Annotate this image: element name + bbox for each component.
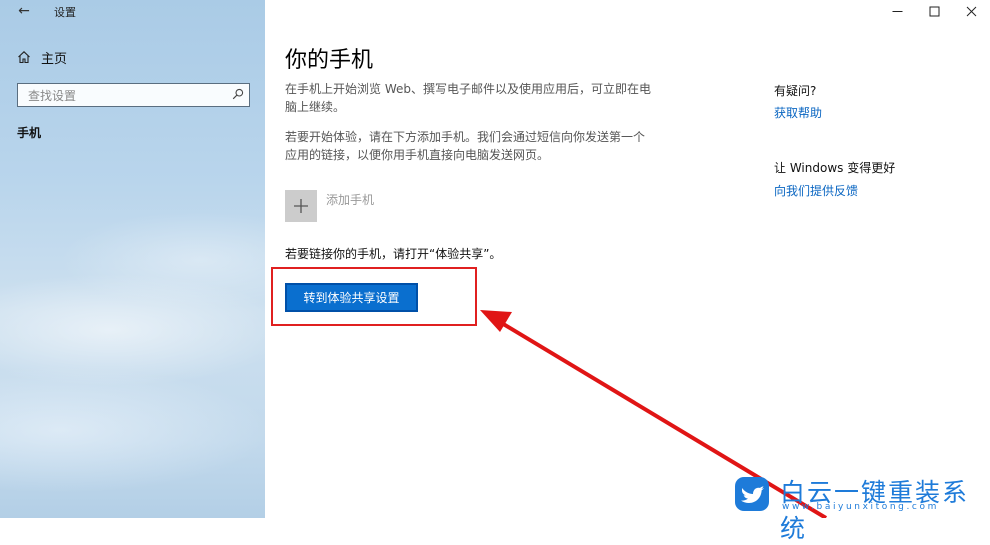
link-phone-hint: 若要链接你的手机，请打开“体验共享”。: [285, 247, 502, 261]
plus-icon: [294, 199, 308, 213]
sidebar-item-home[interactable]: 主页: [17, 47, 67, 67]
search-icon[interactable]: [232, 88, 244, 100]
search-box[interactable]: [17, 83, 250, 107]
bird-logo-icon: [735, 477, 769, 511]
go-to-shared-experiences-button[interactable]: 转到体验共享设置: [285, 283, 418, 312]
add-phone-label: 添加手机: [326, 193, 375, 207]
watermark-url: www.baiyunxitong.com: [782, 502, 939, 512]
maximize-icon: [929, 6, 939, 16]
search-input[interactable]: [26, 85, 230, 107]
sidebar-item-phone[interactable]: 手机: [17, 124, 41, 141]
sidebar-item-label: 主页: [41, 51, 68, 67]
home-icon: [18, 51, 30, 64]
maximize-button[interactable]: [914, 0, 954, 22]
give-feedback-link[interactable]: 向我们提供反馈: [774, 182, 858, 199]
plus-tile: [285, 190, 317, 222]
add-phone-button[interactable]: 添加手机: [285, 190, 374, 222]
get-help-link[interactable]: 获取帮助: [774, 104, 822, 121]
back-button[interactable]: ←: [14, 2, 34, 20]
titlebar: ← 设置: [0, 0, 265, 22]
sidebar: ← 设置 主页 手机: [0, 0, 265, 518]
feedback-heading: 让 Windows 变得更好: [774, 161, 896, 175]
description-add-phone: 若要开始体验，请在下方添加手机。我们会通过短信向你发送第一个应用的链接，以便你用…: [285, 130, 646, 162]
minimize-button[interactable]: [877, 0, 917, 22]
watermark: 白云一键重装系统 www.baiyunxitong.com: [734, 474, 984, 543]
page-title: 你的手机: [285, 48, 374, 73]
minimize-icon: [892, 10, 902, 12]
app-title: 设置: [54, 6, 76, 19]
description-continue-on-pc: 在手机上开始浏览 Web、撰写电子邮件以及使用应用后，可立即在电脑上继续。: [285, 82, 651, 114]
help-heading: 有疑问?: [774, 84, 817, 98]
close-button[interactable]: [951, 0, 990, 22]
close-icon: [966, 6, 976, 16]
